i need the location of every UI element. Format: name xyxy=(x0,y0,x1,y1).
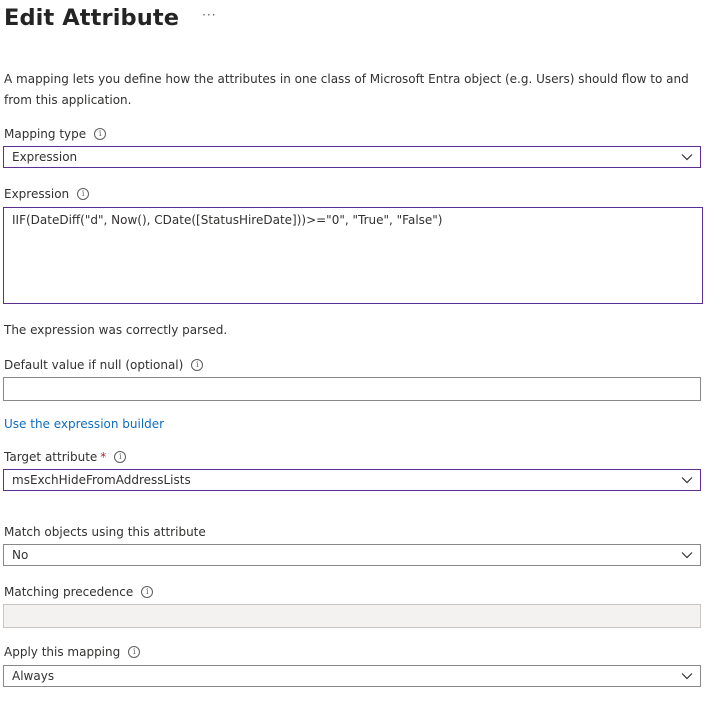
expression-label-row: Expression i xyxy=(4,185,90,203)
info-icon[interactable]: i xyxy=(128,646,141,658)
more-options-icon[interactable]: ··· xyxy=(202,8,216,22)
chevron-down-icon xyxy=(681,673,693,680)
info-icon[interactable]: i xyxy=(114,451,127,463)
expression-status-text: The expression was correctly parsed. xyxy=(4,323,228,337)
chevron-down-icon xyxy=(681,477,693,484)
target-attribute-label: Target attribute xyxy=(4,450,98,464)
target-attribute-dropdown[interactable]: msExchHideFromAddressLists xyxy=(3,469,701,491)
info-icon[interactable]: i xyxy=(191,359,204,371)
apply-mapping-label-row: Apply this mapping i xyxy=(4,643,141,661)
match-objects-label: Match objects using this attribute xyxy=(4,525,206,539)
description-text: A mapping lets you define how the attrib… xyxy=(4,72,689,107)
required-marker: * xyxy=(100,450,107,464)
match-objects-value: No xyxy=(12,548,29,562)
page-title: Edit Attribute xyxy=(4,5,180,31)
apply-mapping-label: Apply this mapping xyxy=(4,645,121,659)
matching-precedence-input xyxy=(3,604,701,628)
default-value-input[interactable] xyxy=(3,377,701,401)
mapping-type-value: Expression xyxy=(12,150,78,164)
matching-precedence-label-row: Matching precedence i xyxy=(4,583,154,601)
expression-textarea[interactable]: IIF(DateDiff("d", Now(), CDate([StatusHi… xyxy=(3,207,703,304)
target-attribute-label-row: Target attribute * i xyxy=(4,448,127,466)
edit-attribute-panel: Edit Attribute ··· A mapping lets you de… xyxy=(0,0,708,701)
chevron-down-icon xyxy=(681,552,693,559)
info-icon[interactable]: i xyxy=(141,586,154,598)
default-value-label: Default value if null (optional) xyxy=(4,358,184,372)
mapping-type-dropdown[interactable]: Expression xyxy=(3,146,701,168)
apply-mapping-value: Always xyxy=(12,669,55,683)
chevron-down-icon xyxy=(681,154,693,161)
match-objects-label-row: Match objects using this attribute xyxy=(4,523,206,541)
header: Edit Attribute ··· xyxy=(4,3,217,33)
mapping-type-label-row: Mapping type i xyxy=(4,125,107,143)
mapping-type-label: Mapping type xyxy=(4,127,87,141)
default-value-label-row: Default value if null (optional) i xyxy=(4,356,204,374)
match-objects-dropdown[interactable]: No xyxy=(3,544,701,566)
target-attribute-value: msExchHideFromAddressLists xyxy=(12,473,191,487)
matching-precedence-label: Matching precedence xyxy=(4,585,134,599)
apply-mapping-dropdown[interactable]: Always xyxy=(3,665,701,687)
info-icon[interactable]: i xyxy=(94,128,107,140)
expression-builder-link[interactable]: Use the expression builder xyxy=(4,417,164,431)
expression-label: Expression xyxy=(4,187,70,201)
info-icon[interactable]: i xyxy=(77,188,90,200)
